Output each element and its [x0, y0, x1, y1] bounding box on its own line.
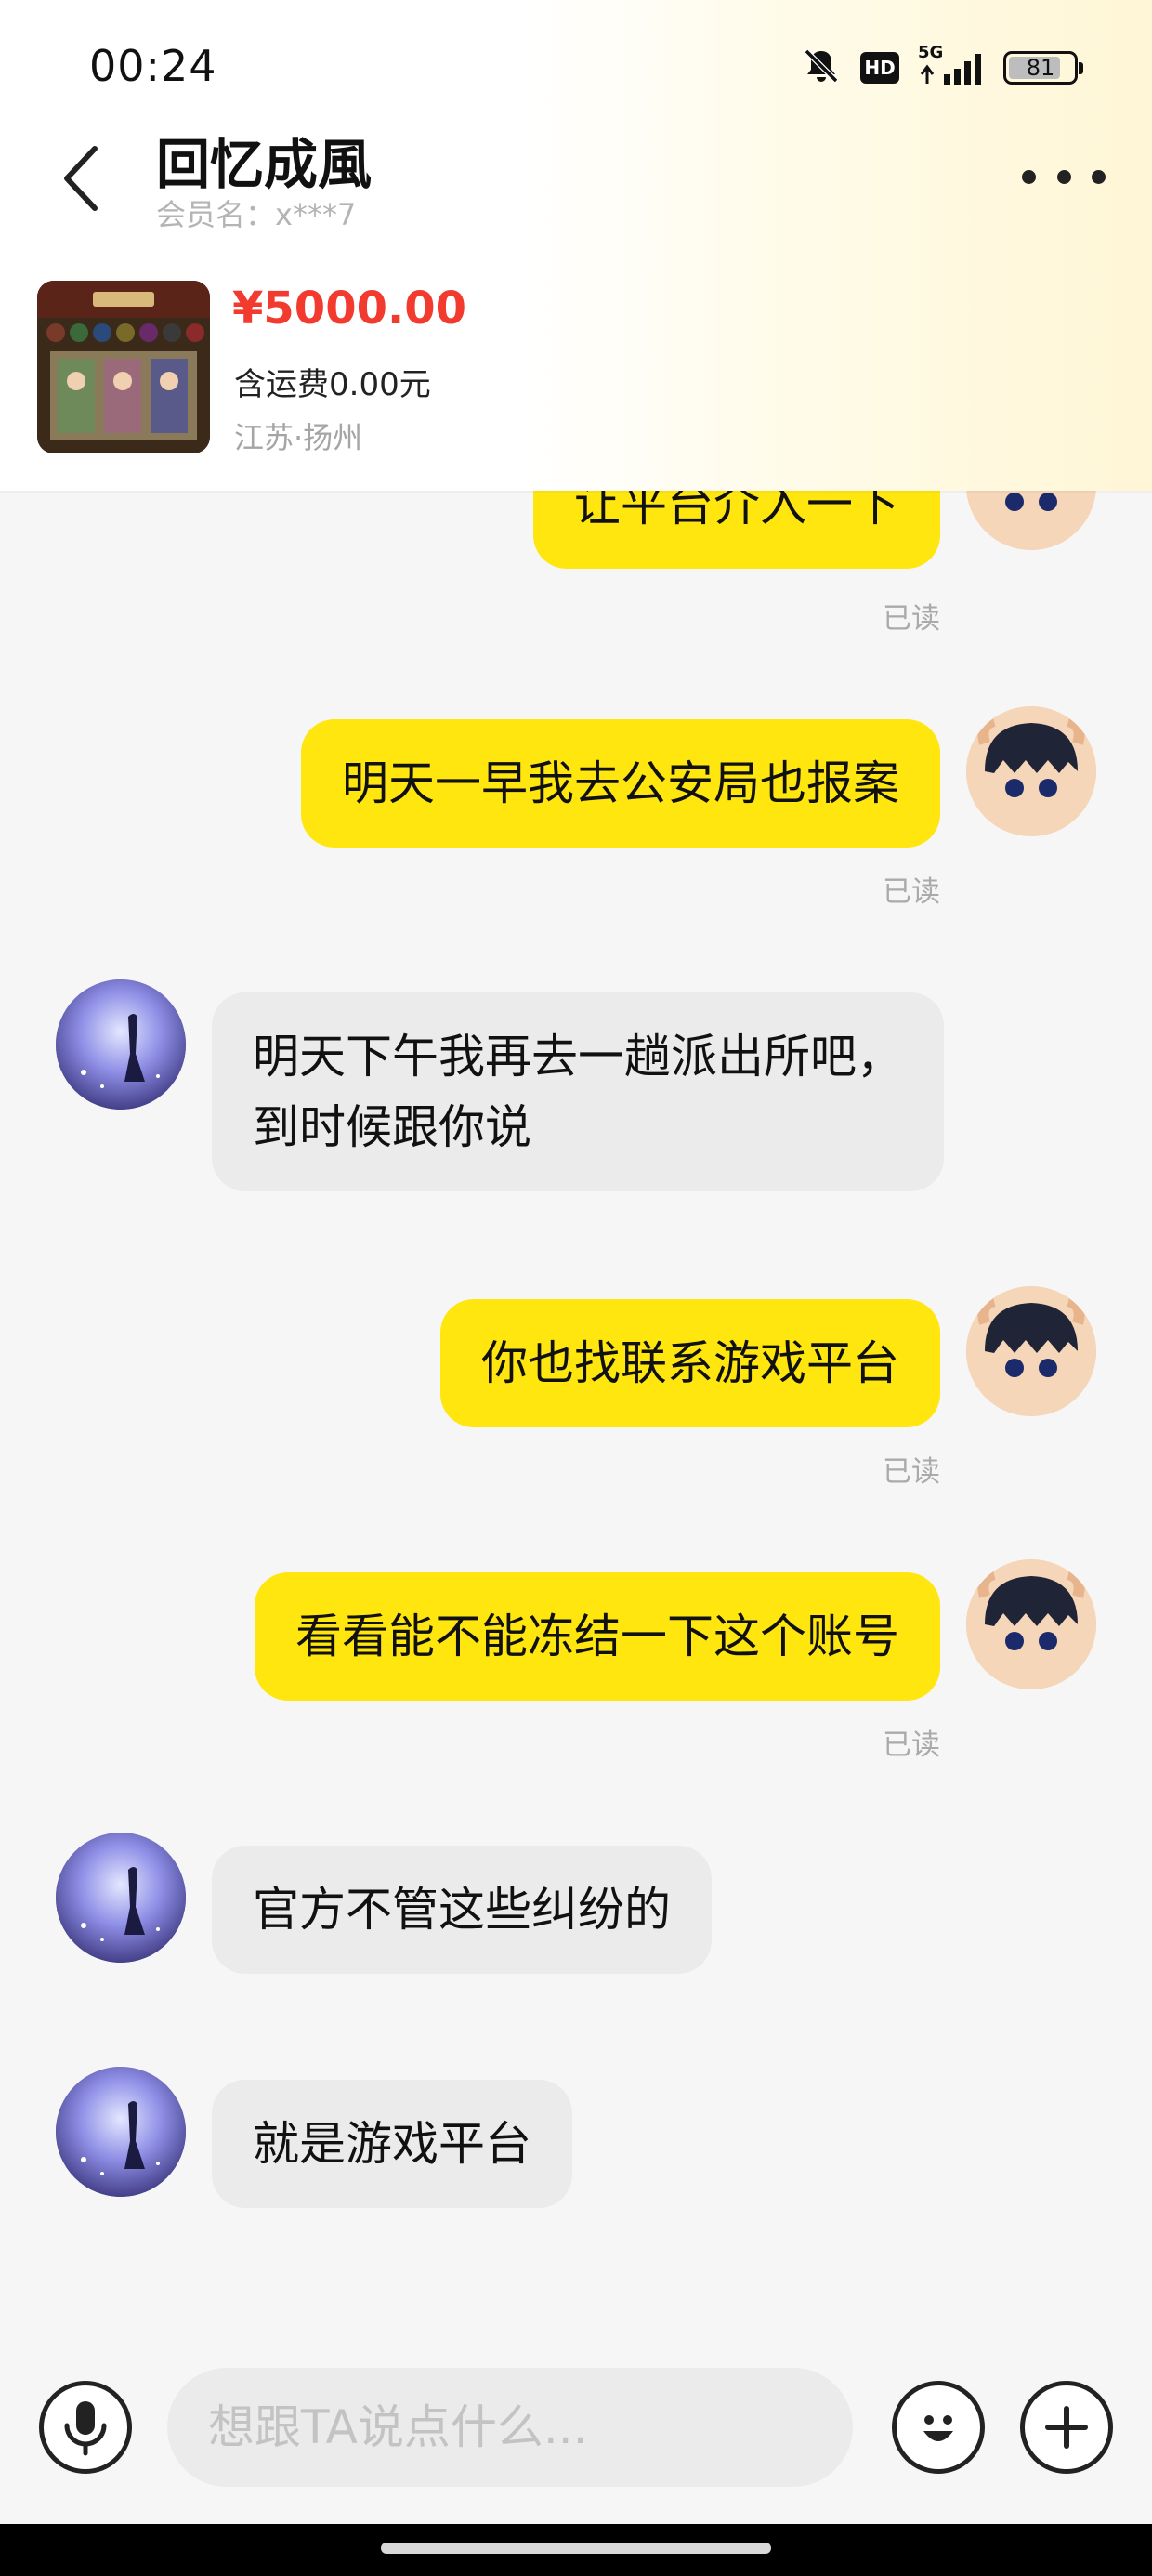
chat-header: 00:24 HD 5G 81 回忆成風 会员名：x***7 ¥5000.00 含… — [0, 0, 1152, 491]
message-bubble-outgoing[interactable]: 让平台介入一下 — [533, 491, 940, 569]
product-thumbnail — [37, 281, 210, 453]
product-price: ¥5000.00 — [232, 283, 467, 335]
smiley-icon — [923, 2415, 953, 2441]
read-status: 已读 — [883, 1728, 940, 1762]
message-composer — [0, 2312, 1152, 2535]
message-bubble-incoming[interactable]: 明天下午我再去一趟派出所吧， 到时候跟你说 — [212, 992, 944, 1191]
more-dots-icon — [1022, 169, 1036, 184]
status-time: 00:24 — [89, 41, 217, 91]
product-card[interactable]: ¥5000.00 含运费0.00元 江苏·扬州 — [37, 281, 1115, 457]
system-nav-bar — [0, 2524, 1152, 2576]
home-indicator[interactable] — [381, 2543, 771, 2554]
title-row: 回忆成風 会员名：x***7 — [0, 121, 1152, 232]
more-options-button[interactable] — [1022, 149, 1106, 204]
message-bubble-outgoing[interactable]: 明天一早我去公安局也报案 — [301, 719, 940, 848]
read-status: 已读 — [883, 875, 940, 909]
message-bubble-incoming[interactable]: 就是游戏平台 — [212, 2080, 572, 2208]
my-avatar[interactable] — [966, 1286, 1096, 1416]
chevron-left-icon — [64, 146, 98, 211]
microphone-icon — [64, 2401, 107, 2456]
emoji-button[interactable] — [892, 2381, 985, 2474]
add-button[interactable] — [1020, 2381, 1113, 2474]
read-status: 已读 — [883, 1455, 940, 1489]
message-input[interactable] — [167, 2368, 853, 2487]
contact-avatar[interactable] — [56, 979, 186, 1110]
my-avatar[interactable] — [966, 491, 1096, 550]
status-bar: 00:24 HD 5G 81 — [0, 0, 1152, 121]
contact-name: 回忆成風 — [156, 133, 373, 196]
bell-off-icon — [801, 46, 842, 90]
message-line: 明天下午我再去一趟派出所吧， — [253, 1030, 903, 1084]
signal-icon: 5G — [918, 43, 985, 89]
more-dot — [1056, 169, 1071, 184]
more-dot — [1092, 169, 1106, 184]
product-shipping: 含运费0.00元 — [234, 366, 431, 403]
my-avatar[interactable] — [966, 706, 1096, 836]
battery-level: 81 — [1026, 55, 1055, 81]
message-line: 到时候跟你说 — [253, 1100, 531, 1154]
message-bubble-outgoing[interactable]: 你也找联系游戏平台 — [440, 1299, 940, 1427]
read-status: 已读 — [883, 602, 940, 636]
message-bubble-incoming[interactable]: 官方不管这些纠纷的 — [212, 1846, 712, 1974]
battery-indicator: 81 — [1003, 51, 1083, 85]
voice-button[interactable] — [39, 2381, 132, 2474]
contact-avatar[interactable] — [56, 2067, 186, 2197]
status-icons: HD 5G 81 — [801, 43, 1083, 91]
message-bubble-outgoing[interactable]: 看看能不能冻结一下这个账号 — [255, 1572, 940, 1701]
hd-badge: HD — [860, 52, 899, 84]
back-button[interactable] — [48, 138, 115, 219]
my-avatar[interactable] — [966, 1559, 1096, 1689]
contact-avatar[interactable] — [56, 1833, 186, 1963]
member-name: 会员名：x***7 — [156, 197, 357, 232]
plus-icon — [1045, 2406, 1088, 2449]
message-list[interactable]: 让平台介入一下 已读 明天一早我去公安局也报案 已读 明天下午我再去一趟派出所吧… — [0, 491, 1152, 2312]
product-location: 江苏·扬州 — [234, 420, 363, 455]
